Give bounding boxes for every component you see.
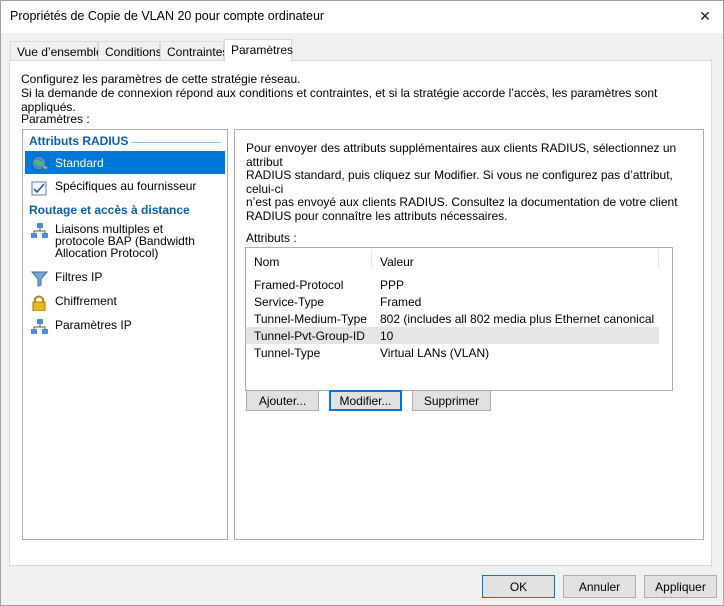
settings-nav-pane: Attributs RADIUS Standard Spécifiques au…: [22, 129, 228, 540]
column-header-value[interactable]: Valeur: [380, 255, 414, 269]
close-icon: ✕: [699, 7, 711, 24]
attribute-name: Framed-Protocol: [254, 278, 344, 292]
sidebar-item-label: Spécifiques au fournisseur: [55, 179, 197, 193]
sidebar-item-ip-settings[interactable]: Paramètres IP: [25, 319, 225, 335]
properties-dialog: Propriétés de Copie de VLAN 20 pour comp…: [0, 0, 724, 606]
list-item-selected[interactable]: Tunnel-Pvt-Group-ID 10: [246, 327, 659, 344]
checklist-icon: [31, 181, 47, 196]
description-line: RADIUS standard, puis cliquez sur Modifi…: [246, 168, 673, 196]
attribute-value: 10: [380, 329, 394, 343]
tab-overview[interactable]: Vue d’ensemble: [10, 41, 103, 61]
close-button[interactable]: ✕: [693, 5, 717, 27]
description-line-1: Configurez les paramètres de cette strat…: [21, 72, 301, 86]
sidebar-item-label: Chiffrement: [55, 294, 117, 308]
standard-attributes-pane: Pour envoyer des attributs supplémentair…: [234, 129, 704, 540]
tab-settings[interactable]: Paramètres: [224, 39, 293, 62]
column-divider[interactable]: [658, 250, 659, 268]
settings-panel: Configurez les paramètres de cette strat…: [9, 60, 712, 566]
attribute-value: Framed: [380, 295, 422, 309]
ok-button[interactable]: OK: [482, 575, 555, 598]
sidebar-item-label: Filtres IP: [55, 270, 103, 284]
edit-button[interactable]: Modifier...: [329, 390, 402, 411]
description-line-2: Si la demande de connexion répond aux co…: [21, 86, 658, 114]
label-line: Allocation Protocol): [55, 246, 159, 260]
attribute-name: Tunnel-Type: [254, 346, 321, 360]
attribute-value: PPP: [380, 278, 405, 292]
description-line: Pour envoyer des attributs supplémentair…: [246, 141, 677, 169]
filter-icon: [31, 271, 49, 287]
add-button[interactable]: Ajouter...: [246, 390, 319, 411]
network-icon: [31, 223, 48, 238]
panel-description: Configurez les paramètres de cette strat…: [21, 72, 711, 114]
cancel-button[interactable]: Annuler: [563, 575, 636, 598]
section-divider: [131, 142, 221, 143]
section-header-routing: Routage et accès à distance: [29, 203, 190, 217]
attributes-label: Attributs :: [246, 231, 297, 245]
attributes-list[interactable]: Nom Valeur Framed-Protocol PPP Service-T…: [245, 247, 673, 391]
params-label: Paramètres :: [21, 112, 90, 126]
title-bar: Propriétés de Copie de VLAN 20 pour comp…: [1, 1, 723, 33]
sidebar-item-standard[interactable]: Standard: [25, 151, 225, 174]
attribute-name: Tunnel-Medium-Type: [254, 312, 367, 326]
window-title: Propriétés de Copie de VLAN 20 pour comp…: [10, 9, 325, 23]
column-header-name[interactable]: Nom: [254, 255, 279, 269]
sidebar-item-label: Standard: [55, 155, 104, 170]
list-item[interactable]: Service-Type Framed: [246, 293, 659, 310]
network-icon: [31, 319, 48, 334]
attributes-description: Pour envoyer des attributs supplémentair…: [246, 141, 686, 223]
sidebar-item-vendor-specific[interactable]: Spécifiques au fournisseur: [25, 180, 225, 196]
attribute-name: Service-Type: [254, 295, 325, 309]
list-item[interactable]: Tunnel-Type Virtual LANs (VLAN): [246, 344, 659, 361]
attribute-value: Virtual LANs (VLAN): [380, 346, 490, 360]
list-item[interactable]: Tunnel-Medium-Type 802 (includes all 802…: [246, 310, 659, 327]
tab-conditions[interactable]: Conditions: [98, 41, 162, 61]
tab-constraints[interactable]: Contraintes: [160, 41, 228, 61]
column-divider[interactable]: [371, 250, 372, 268]
sidebar-item-label: Paramètres IP: [55, 318, 132, 332]
list-header: Nom Valeur: [246, 248, 672, 270]
sidebar-item-label: Liaisons multiples et protocole BAP (Ban…: [55, 223, 195, 259]
attribute-name: Tunnel-Pvt-Group-ID: [254, 329, 365, 343]
lock-icon: [32, 295, 46, 311]
sidebar-item-multilink-bap[interactable]: Liaisons multiples et protocole BAP (Ban…: [25, 223, 225, 259]
sidebar-item-encryption[interactable]: Chiffrement: [25, 295, 225, 311]
description-line: RADIUS pour connaître les attributs néce…: [246, 208, 508, 223]
remove-button[interactable]: Supprimer: [412, 390, 491, 411]
description-line: n’est pas envoyé aux clients RADIUS. Con…: [246, 195, 678, 209]
list-item[interactable]: Framed-Protocol PPP: [246, 276, 659, 293]
section-header-radius: Attributs RADIUS: [29, 134, 129, 148]
sidebar-item-ip-filters[interactable]: Filtres IP: [25, 271, 225, 287]
attribute-value: 802 (includes all 802 media plus Etherne…: [380, 312, 656, 326]
apply-button[interactable]: Appliquer: [644, 575, 717, 598]
globe-icon: [31, 155, 48, 170]
